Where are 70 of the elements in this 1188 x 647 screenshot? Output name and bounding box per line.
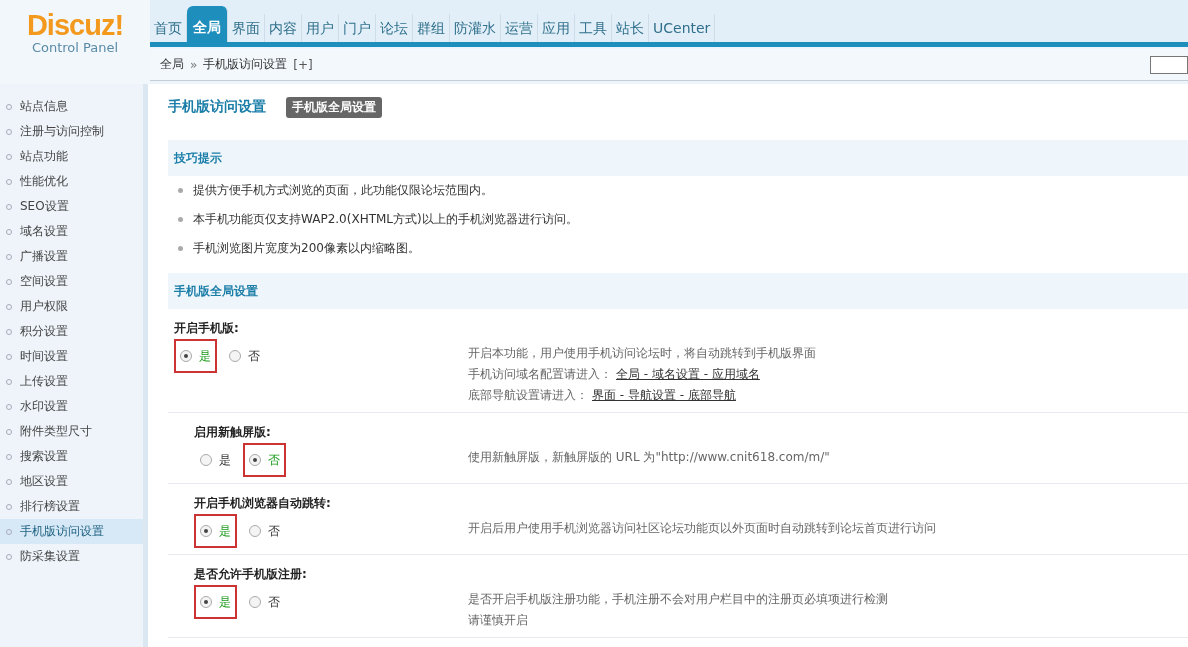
logo-subtitle: Control Panel [30, 40, 120, 56]
section-heading: 技巧提示 [168, 140, 1188, 176]
sidebar-item[interactable]: 附件类型尺寸 [0, 419, 143, 444]
sidebar-item[interactable]: 站点功能 [0, 144, 143, 169]
sidebar-item[interactable]: 用户权限 [0, 294, 143, 319]
nav-tab[interactable]: 防灌水 [450, 14, 501, 42]
bullet-icon [178, 217, 183, 222]
page-tab[interactable]: 手机版全局设置 [286, 96, 382, 118]
nav-tab[interactable]: 运营 [501, 14, 538, 42]
nav-tab[interactable]: 用户 [302, 14, 339, 42]
description-link[interactable]: 全局 - 域名设置 - 应用域名 [616, 367, 760, 381]
sidebar-item[interactable]: 防采集设置 [0, 544, 143, 569]
bullet-icon [178, 188, 183, 193]
setting-label: 开启手机版: [174, 320, 240, 337]
description-text: 开启本功能，用户使用手机访问论坛时，将自动跳转到手机版界面 [468, 346, 816, 360]
radio-option[interactable]: 否 [243, 585, 286, 619]
description-text: 使用新触屏版，新触屏版的 URL 为"http://www.cnit618.com/m/" [468, 450, 830, 464]
sidebar-item[interactable]: 站点信息 [0, 94, 143, 119]
sidebar-item[interactable]: 性能优化 [0, 169, 143, 194]
breadcrumb-current: 手机版访问设置 [203, 56, 288, 73]
nav-tab[interactable]: 站长 [612, 14, 649, 42]
description-link[interactable]: 界面 - 导航设置 - 底部导航 [592, 388, 736, 402]
setting-label: 是否允许手机版注册: [194, 566, 308, 583]
radio-option[interactable]: 是 [174, 339, 217, 373]
tip-text: 提供方便手机方式浏览的页面，此功能仅限论坛范围内。 [193, 182, 493, 199]
sidebar-item[interactable]: 积分设置 [0, 319, 143, 344]
description-text: 底部导航设置请进入： [468, 388, 588, 402]
radio-option[interactable]: 否 [243, 443, 286, 477]
sidebar-item[interactable]: 水印设置 [0, 394, 143, 419]
sidebar-item[interactable]: 搜索设置 [0, 444, 143, 469]
radio-option[interactable]: 是 [194, 514, 237, 548]
tip-text: 手机浏览图片宽度为200像素以内缩略图。 [193, 240, 420, 257]
expand-toggle[interactable]: [+] [293, 57, 313, 72]
nav-tab[interactable]: 应用 [538, 14, 575, 42]
nav-tab[interactable]: 论坛 [376, 14, 413, 42]
section-heading: 手机版全局设置 [168, 273, 1188, 309]
description-text: 是否开启手机版注册功能，手机注册不会对用户栏目中的注册页必填项进行检测 [468, 592, 888, 606]
nav-tab[interactable]: 工具 [575, 14, 612, 42]
description-text: 请谨慎开启 [468, 613, 528, 627]
radio-option[interactable]: 否 [243, 514, 286, 548]
radio-option[interactable]: 是 [194, 585, 237, 619]
nav-tab[interactable]: 全局 [187, 6, 228, 42]
sidebar-item[interactable]: 域名设置 [0, 219, 143, 244]
nav-tab[interactable]: 群组 [413, 14, 450, 42]
bullet-icon [178, 246, 183, 251]
nav-tab[interactable]: 门户 [339, 14, 376, 42]
sidebar-item[interactable]: SEO设置 [0, 194, 143, 219]
sidebar-item[interactable]: 手机版访问设置 [0, 519, 143, 544]
nav-tab[interactable]: 界面 [228, 14, 265, 42]
sidebar-item[interactable]: 空间设置 [0, 269, 143, 294]
search-field[interactable] [1150, 55, 1188, 74]
logo-wordmark: Discuz! [25, 10, 125, 40]
tip-text: 本手机功能页仅支持WAP2.0(XHTML方式)以上的手机浏览器进行访问。 [193, 211, 578, 228]
nav-tab[interactable]: 内容 [265, 14, 302, 42]
sidebar-item[interactable]: 排行榜设置 [0, 494, 143, 519]
setting-label: 启用新触屏版: [194, 424, 272, 441]
sidebar-item[interactable]: 上传设置 [0, 369, 143, 394]
sidebar-item[interactable]: 注册与访问控制 [0, 119, 143, 144]
description-text: 开启后用户使用手机浏览器访问社区论坛功能页以外页面时自动跳转到论坛首页进行访问 [468, 521, 936, 535]
breadcrumb-separator: » [190, 57, 198, 72]
sidebar-item[interactable]: 地区设置 [0, 469, 143, 494]
radio-option[interactable]: 否 [223, 339, 266, 373]
sidebar-item[interactable]: 广播设置 [0, 244, 143, 269]
description-text: 手机访问域名配置请进入： [468, 367, 612, 381]
page-title: 手机版访问设置 [168, 98, 266, 116]
radio-option[interactable]: 是 [194, 443, 237, 477]
setting-label: 开启手机浏览器自动跳转: [194, 495, 332, 512]
breadcrumb-link[interactable]: 全局 [160, 56, 184, 73]
nav-tab[interactable]: UCenter [649, 14, 716, 42]
sidebar-item[interactable]: 时间设置 [0, 344, 143, 369]
